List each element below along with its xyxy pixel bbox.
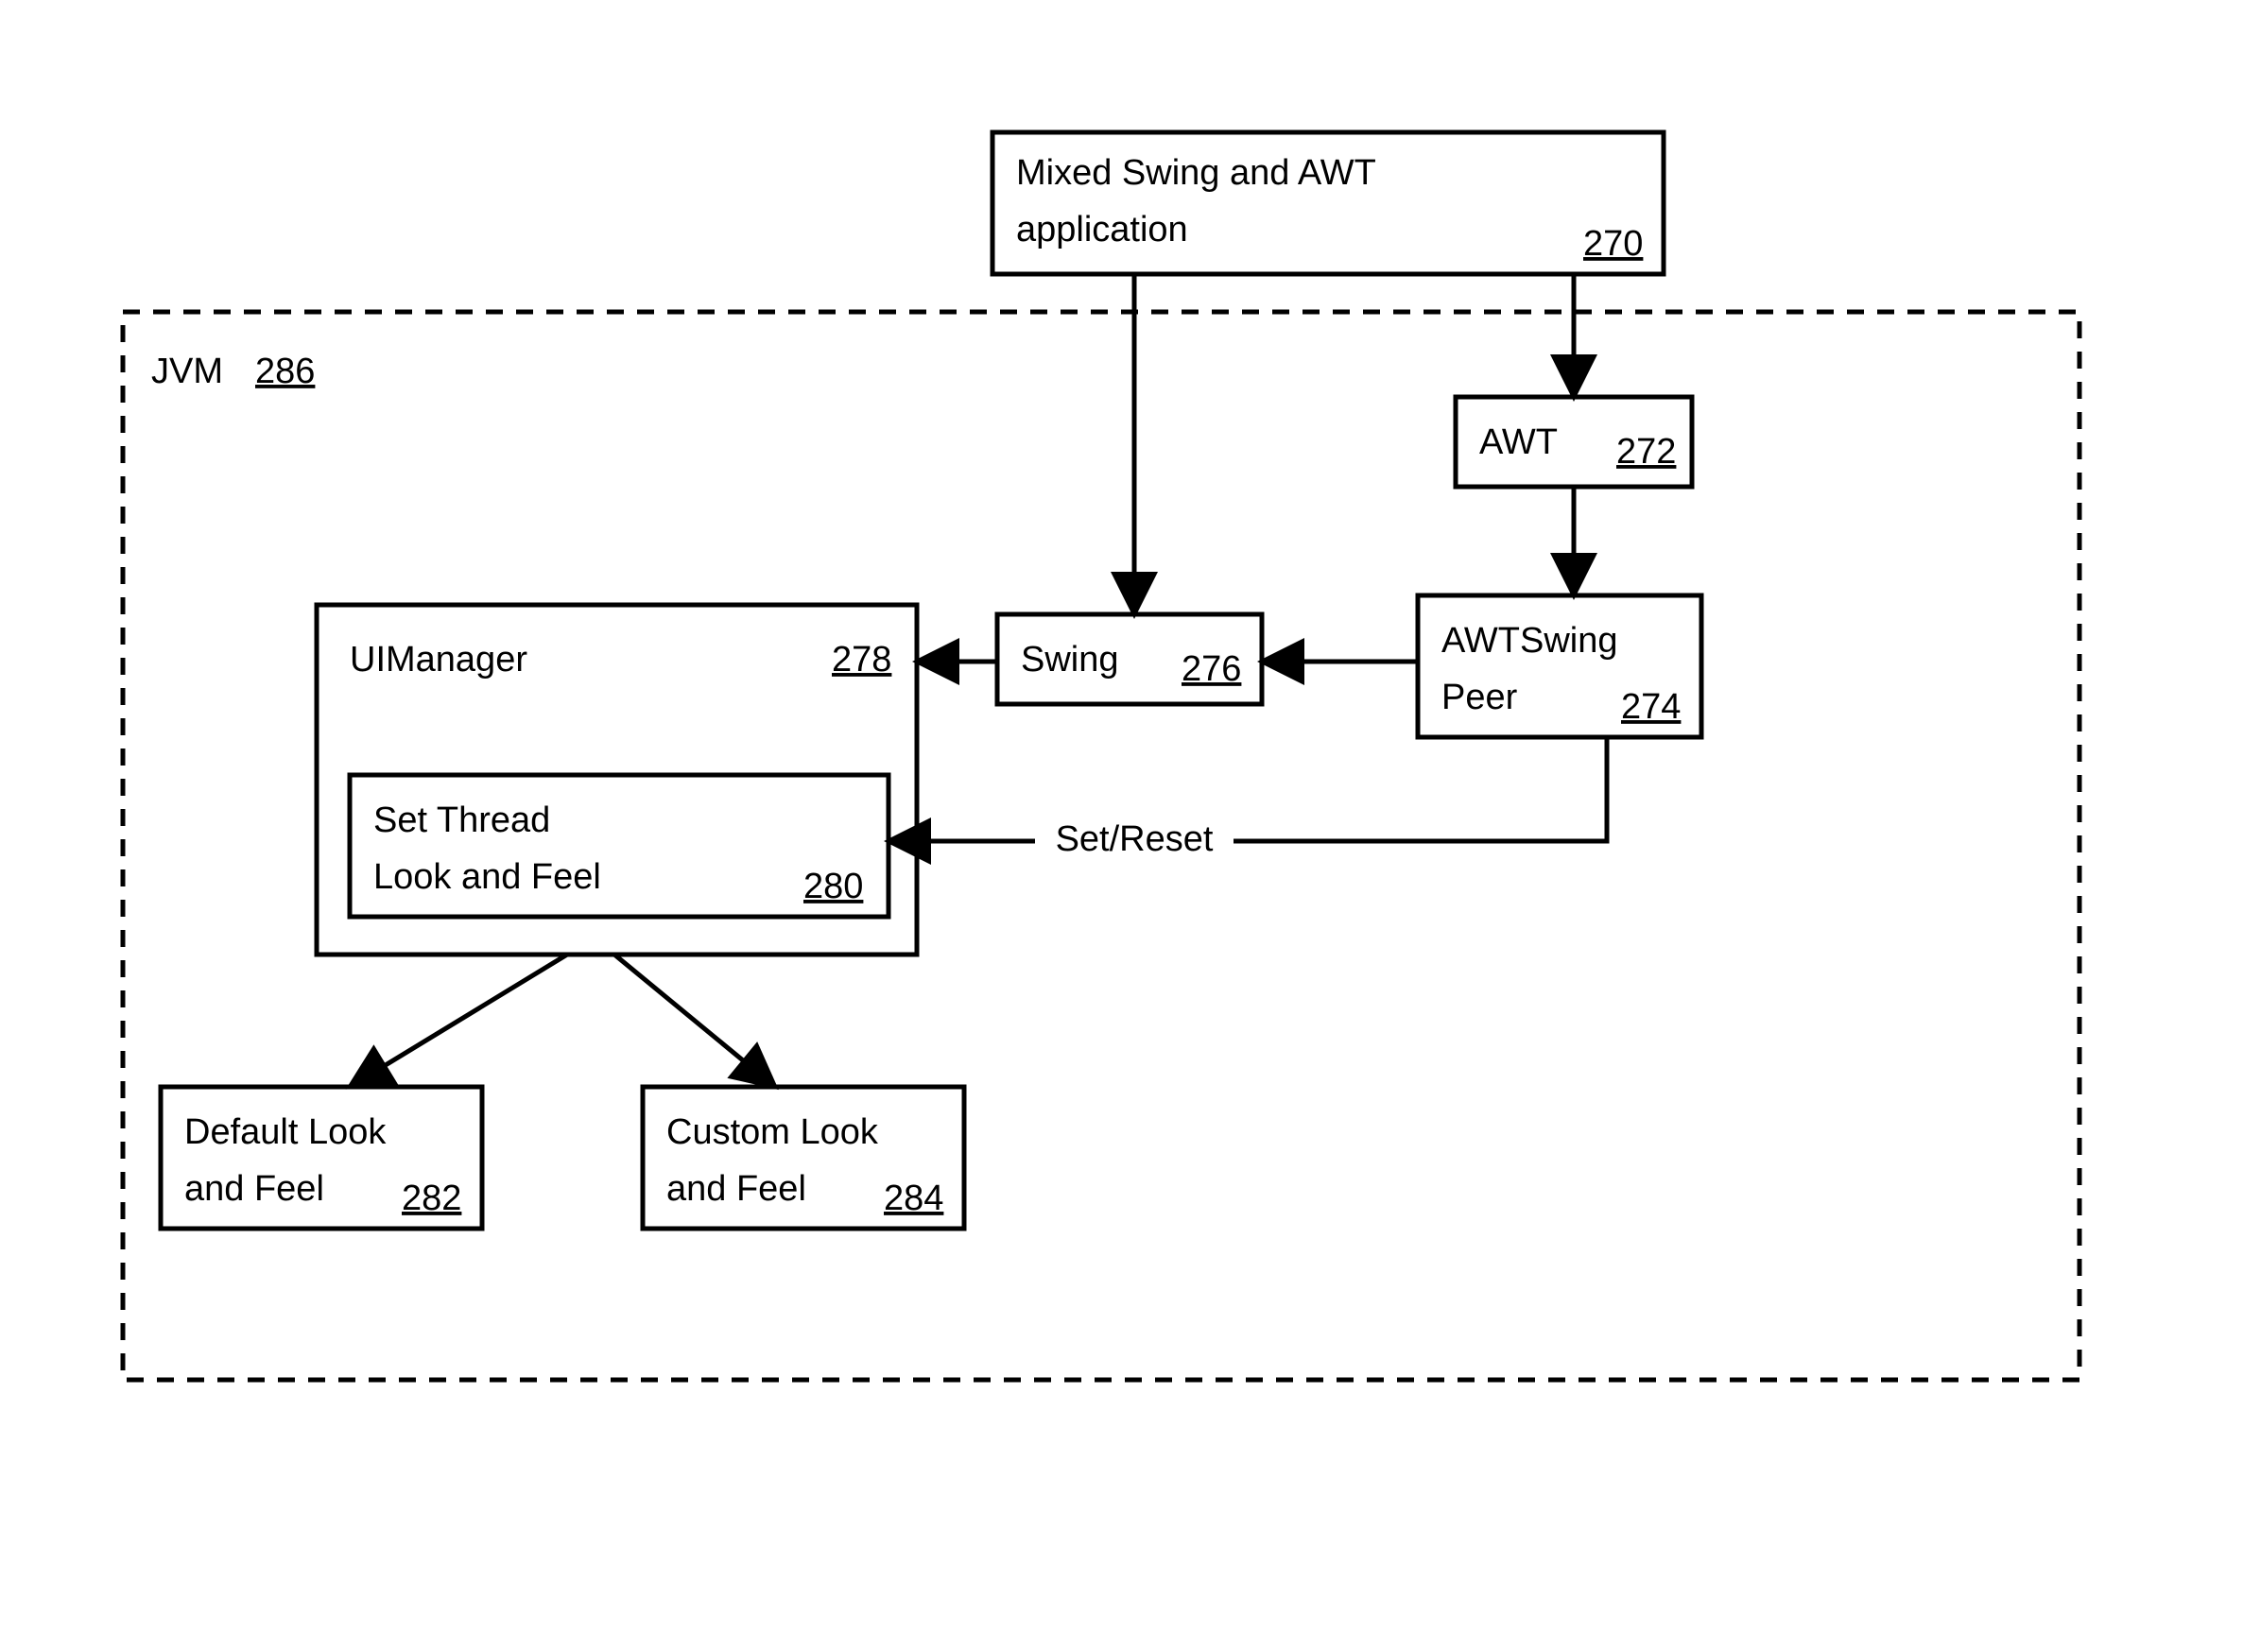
svg-text:AWT: AWT [1479, 422, 1558, 462]
svg-text:Peer: Peer [1441, 678, 1518, 717]
custom-laf-box: Custom Look and Feel 284 [643, 1087, 964, 1229]
custom-laf-num: 284 [884, 1179, 943, 1218]
swing-box: Swing 276 [997, 614, 1262, 704]
awtswing-num: 274 [1621, 687, 1681, 727]
arrow-uimanager-to-custom-laf [614, 955, 775, 1087]
uimanager-num: 278 [832, 640, 891, 680]
svg-text:UIManager: UIManager [350, 640, 527, 680]
awtswing-peer-box: AWTSwing Peer 274 [1418, 595, 1701, 737]
edge-setreset-label: Set/Reset [1056, 819, 1214, 859]
default-laf-box: Default Look and Feel 282 [161, 1087, 482, 1229]
architecture-diagram: JVM 286 Mixed Swing and AWT application … [0, 0, 2243, 1652]
default-laf-num: 282 [402, 1179, 461, 1218]
set-thread-laf-box: Set Thread Look and Feel 280 [350, 775, 889, 917]
svg-text:and Feel: and Feel [184, 1169, 324, 1209]
arrow-awtswing-to-setlaf [889, 737, 1607, 841]
swing-num: 276 [1182, 649, 1241, 689]
svg-text:application: application [1016, 210, 1188, 250]
set-thread-laf-num: 280 [803, 867, 863, 906]
svg-text:Look and Feel: Look and Feel [373, 857, 601, 897]
app-box: Mixed Swing and AWT application 270 [992, 132, 1664, 274]
svg-text:Default Look: Default Look [184, 1112, 387, 1152]
app-num: 270 [1583, 224, 1643, 264]
awt-num: 272 [1616, 432, 1676, 472]
svg-text:AWTSwing: AWTSwing [1441, 621, 1618, 661]
svg-text:and Feel: and Feel [666, 1169, 806, 1209]
awt-box: AWT 272 [1456, 397, 1692, 487]
svg-text:Swing: Swing [1021, 640, 1119, 680]
svg-text:Set Thread: Set Thread [373, 800, 550, 840]
svg-text:Custom Look: Custom Look [666, 1112, 879, 1152]
jvm-num: 286 [255, 352, 315, 391]
arrow-uimanager-to-default-laf [350, 955, 567, 1087]
jvm-label: JVM [151, 352, 223, 391]
svg-text:Mixed Swing and AWT: Mixed Swing and AWT [1016, 153, 1376, 193]
